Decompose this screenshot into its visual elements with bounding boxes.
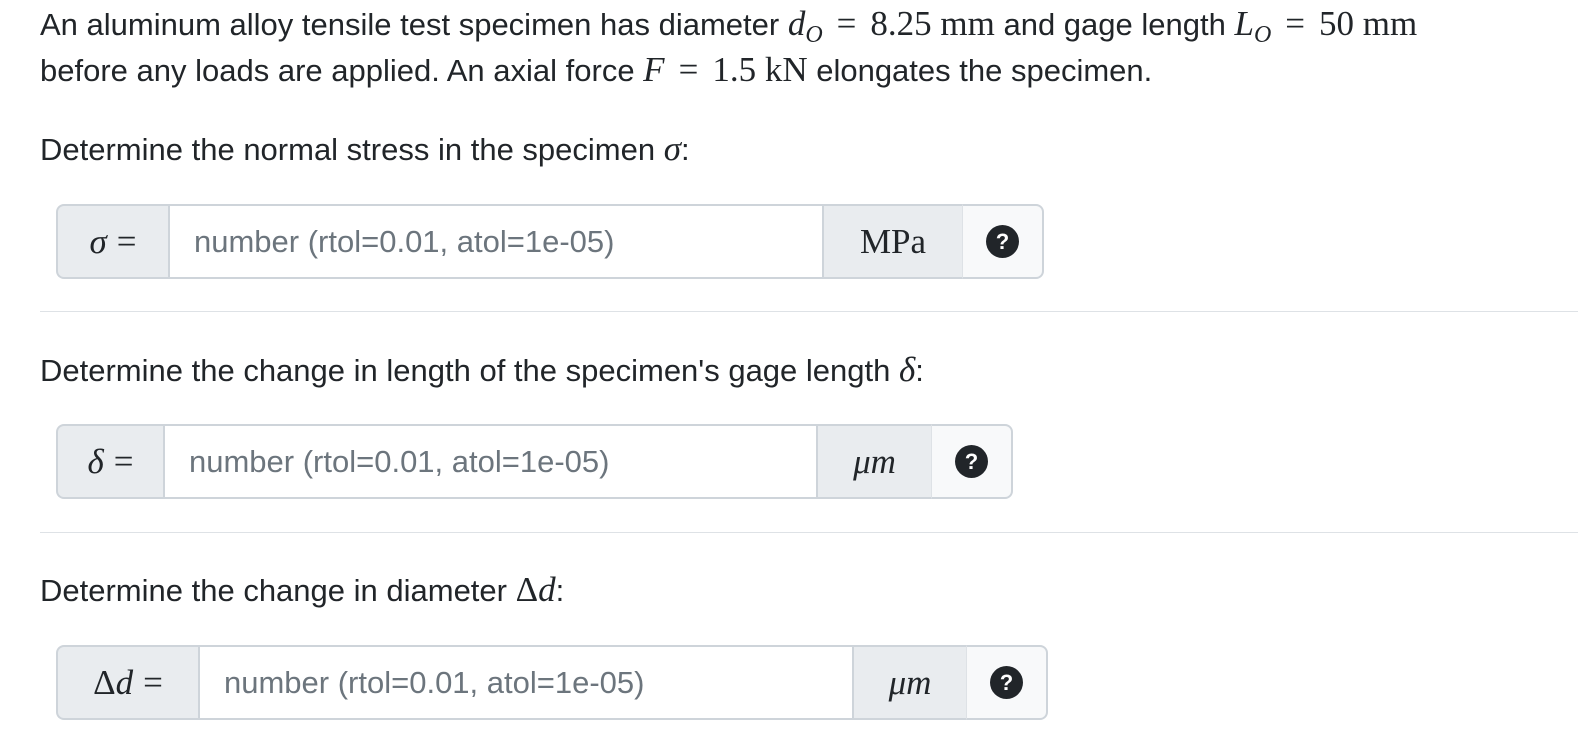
diameter-value: 8.25 mm — [870, 4, 995, 43]
stress-symbol: σ — [663, 129, 681, 168]
capital-delta-symbol: Δ — [515, 570, 539, 609]
elongation-input[interactable] — [163, 424, 818, 499]
equals-sign: = — [836, 4, 857, 43]
answer-label: Δd = — [56, 645, 198, 720]
question-page: An aluminum alloy tensile test specimen … — [0, 0, 1578, 744]
equals-sign: = — [116, 221, 137, 261]
divider — [40, 311, 1578, 312]
answer-group-diameter-change: Δd= μm ? — [56, 645, 1048, 720]
prompt-text: Determine the change in diameter — [40, 573, 516, 608]
unit-label: μm — [818, 424, 931, 499]
force-symbol: F — [643, 50, 665, 89]
problem-text: elongates the specimen. — [807, 53, 1153, 88]
stress-symbol: σ — [89, 221, 107, 261]
capital-delta-symbol: Δ — [93, 662, 116, 702]
answer-group-elongation: δ= μm ? — [56, 424, 1013, 499]
problem-statement-line-1: An aluminum alloy tensile test specimen … — [40, 0, 1417, 52]
diameter-symbol: d — [115, 662, 134, 702]
colon: : — [555, 573, 565, 608]
diameter-change-input[interactable] — [198, 645, 854, 720]
equals-sign: = — [678, 50, 699, 89]
answer-label: δ = — [56, 424, 163, 499]
force-value: 1.5 kN — [712, 50, 808, 89]
question-circle-icon: ? — [986, 225, 1019, 258]
length-subscript: O — [1253, 22, 1272, 48]
diameter-symbol: d — [787, 4, 806, 43]
stress-input[interactable] — [168, 204, 824, 279]
answer-label: σ = — [56, 204, 168, 279]
unit-label: MPa — [824, 204, 962, 279]
diameter-subscript: O — [805, 22, 823, 48]
question-prompt-stress: Determine the normal stress in the speci… — [40, 125, 690, 174]
question-prompt-elongation: Determine the change in length of the sp… — [40, 346, 924, 395]
problem-text: An aluminum alloy tensile test specimen … — [40, 7, 788, 42]
prompt-text: Determine the change in length of the sp… — [40, 353, 899, 388]
problem-text: and gage length — [994, 7, 1235, 42]
delta-symbol: δ — [87, 441, 104, 481]
length-value: 50 mm — [1319, 4, 1418, 43]
equals-sign: = — [143, 662, 163, 702]
delta-symbol: δ — [898, 350, 916, 389]
equals-sign: = — [1285, 4, 1306, 43]
help-button[interactable]: ? — [962, 204, 1044, 279]
equals-sign: = — [113, 441, 134, 481]
problem-statement-line-2: before any loads are applied. An axial f… — [40, 46, 1152, 95]
question-prompt-diameter-change: Determine the change in diameter Δd: — [40, 566, 564, 615]
prompt-text: Determine the normal stress in the speci… — [40, 132, 664, 167]
answer-group-stress: σ= MPa ? — [56, 204, 1044, 279]
question-circle-icon: ? — [955, 445, 988, 478]
help-button[interactable]: ? — [931, 424, 1013, 499]
unit-label: μm — [854, 645, 966, 720]
colon: : — [915, 353, 924, 388]
length-symbol: L — [1234, 4, 1254, 43]
question-circle-icon: ? — [990, 666, 1023, 699]
divider — [40, 532, 1578, 533]
help-button[interactable]: ? — [966, 645, 1048, 720]
diameter-symbol: d — [538, 570, 556, 609]
problem-text: before any loads are applied. An axial f… — [40, 53, 644, 88]
colon: : — [680, 132, 690, 167]
